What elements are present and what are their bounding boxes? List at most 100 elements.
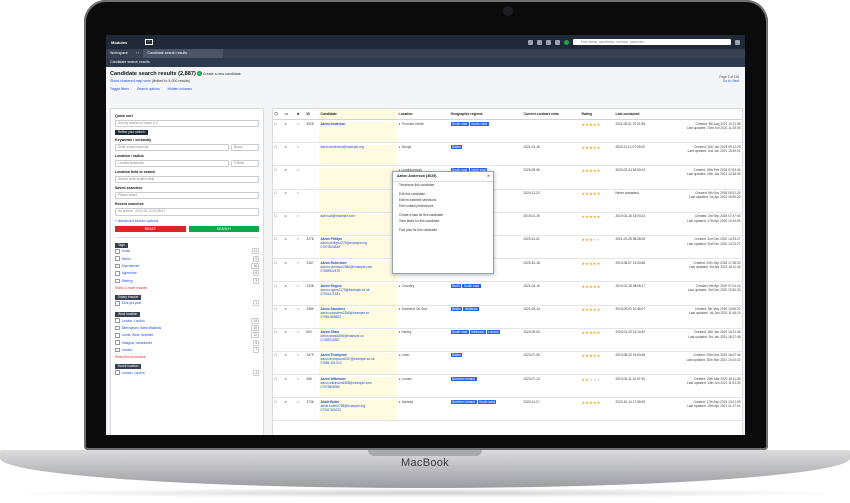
- col-regions[interactable]: Geographic regions: [449, 112, 522, 116]
- table-row[interactable]: ☐ •• ☆ 2736 Abbie Butler abbie.butler2758@exa…: [273, 398, 742, 422]
- table-row[interactable]: ☐ •• ☆ 2479 Aaron Thompson aaron.thompson2287…: [273, 352, 742, 376]
- table-row[interactable]: ☐ •• ☆ 602 Aaron Shaw aaron.shaw6496@example.…: [273, 329, 742, 352]
- facet-option[interactable]: Retiring 3: [115, 277, 259, 284]
- show-more-link[interactable]: Show 8 more choices: [115, 355, 259, 359]
- table-row[interactable]: ☐ •• ☆ 496 Aaron Wilkinson aaron.wilkinson638…: [273, 375, 742, 399]
- row-actions-icon[interactable]: ••: [283, 307, 295, 311]
- facet-option[interactable]: Apprentice 6: [115, 270, 259, 277]
- facet-option[interactable]: London 7: [115, 346, 259, 354]
- search-options-button[interactable]: Search options: [137, 87, 160, 91]
- row-checkbox[interactable]: ☐: [273, 400, 283, 404]
- candidate-phone-link[interactable]: 07979806980: [321, 385, 396, 389]
- facet-option[interactable]: Leeds, West Yorkshire 12: [115, 332, 259, 339]
- row-star-icon[interactable]: ☆: [295, 168, 305, 172]
- saved-searches-select[interactable]: Please select: [115, 191, 259, 200]
- candidate-phone-link[interactable]: 07483211887: [321, 338, 396, 342]
- row-star-icon[interactable]: ☆: [295, 145, 305, 149]
- row-star-icon[interactable]: ☆: [295, 377, 305, 381]
- col-rating[interactable]: Rating: [580, 112, 614, 116]
- modules-menu[interactable]: Modules: [111, 40, 127, 45]
- row-actions-icon[interactable]: ••: [283, 237, 295, 241]
- table-row[interactable]: ☐••☆aaron.ali@example.comBramley HillLon…: [273, 213, 742, 236]
- popup-menu-item[interactable]: Find jobs for this candidate: [393, 227, 493, 233]
- global-search-input[interactable]: Find clients, candidates, contacts, vaca…: [573, 39, 731, 45]
- refine-search-button[interactable]: Refine your search: [115, 130, 148, 136]
- keywords-input[interactable]: Enter some keywords: [115, 143, 229, 152]
- row-checkbox[interactable]: ☐: [273, 284, 283, 288]
- row-checkbox[interactable]: ☐: [273, 191, 283, 195]
- quick-sort-select[interactable]: Sort by results by Name A-Z: [115, 119, 259, 128]
- row-actions-icon[interactable]: ••: [283, 122, 295, 126]
- history-icon[interactable]: [546, 39, 551, 45]
- row-star-icon[interactable]: ☆: [295, 237, 305, 241]
- candidate-phone-link[interactable]: 07951471581: [321, 292, 396, 296]
- row-checkbox[interactable]: ☐: [273, 261, 283, 265]
- row-star-icon[interactable]: ☆: [295, 330, 305, 334]
- user-icon[interactable]: [735, 39, 740, 45]
- table-row[interactable]: ☐ •• ☆ 2385 Aaron Saunders aaron.saunders2386…: [273, 306, 742, 329]
- row-star-icon[interactable]: ☆: [295, 400, 305, 404]
- row-star-icon[interactable]: ☆: [295, 214, 305, 218]
- row-star-icon[interactable]: ☆: [295, 284, 305, 288]
- col-candidate[interactable]: Candidate: [319, 109, 397, 119]
- create-candidate-link[interactable]: Create a new candidate: [203, 72, 241, 76]
- hidden-columns-button[interactable]: Hidden columns: [168, 87, 192, 91]
- advanced-options-link[interactable]: + Advanced search options: [115, 219, 259, 223]
- candidate-phone-link[interactable]: 07886 115 010: [321, 361, 396, 365]
- col-contacted[interactable]: Last contacted: [614, 112, 656, 116]
- row-actions-icon[interactable]: ••: [283, 353, 295, 357]
- add-icon[interactable]: [564, 39, 569, 45]
- candidate-email-link[interactable]: aaron.ali@example.com: [321, 214, 396, 218]
- row-star-icon[interactable]: ☆: [295, 191, 305, 195]
- table-row[interactable]: ☐ •• ☆ 2167 Aaron Robertson aaron.robertson23…: [273, 259, 742, 283]
- mail-icon[interactable]: [537, 39, 542, 45]
- show-more-link[interactable]: Show 11 more choices: [115, 286, 259, 290]
- tab-workspace[interactable]: Workspace: [106, 49, 132, 58]
- facet-option[interactable]: London, London 4: [115, 369, 259, 376]
- select-all-checkbox[interactable]: ☐: [273, 112, 283, 116]
- facet-option[interactable]: Junior 11: [115, 248, 259, 255]
- row-checkbox[interactable]: ☐: [273, 377, 283, 381]
- candidate-phone-link[interactable]: 07872604848: [321, 245, 396, 249]
- row-actions-icon[interactable]: ••: [283, 214, 295, 218]
- row-actions-icon[interactable]: ••: [283, 191, 295, 195]
- row-actions-icon[interactable]: ••: [283, 377, 295, 381]
- facet-option[interactable]: Glasgow, Lanarkshire 9: [115, 339, 259, 346]
- table-row[interactable]: ☐••☆HatherageSouth eastNorth east2020-12…: [273, 190, 742, 213]
- candidate-email-link[interactable]: aaron.anderson@example.org: [321, 145, 396, 149]
- candidate-phone-link[interactable]: 07332 563033: [321, 408, 396, 412]
- keywords-mode-select[interactable]: Broad: [231, 143, 259, 152]
- tab-candidate-search[interactable]: Candidate search results: [143, 49, 224, 58]
- row-star-icon[interactable]: ☆: [295, 307, 305, 311]
- col-contract[interactable]: Current contract ends: [522, 112, 580, 116]
- row-checkbox[interactable]: ☐: [273, 330, 283, 334]
- col-id[interactable]: ID: [305, 112, 319, 116]
- toggle-filters-button[interactable]: Toggle filters: [110, 87, 129, 91]
- plus-icon[interactable]: +: [196, 71, 202, 76]
- row-checkbox[interactable]: ☐: [273, 145, 283, 149]
- row-star-icon[interactable]: ☆: [295, 122, 305, 126]
- table-row[interactable]: ☐••☆ aaron.anderson@example.orgSlough Wale…: [273, 143, 742, 167]
- facet-option[interactable]: London, London 24: [115, 317, 259, 324]
- row-actions-icon[interactable]: ••: [283, 284, 295, 288]
- reset-button[interactable]: RESET: [115, 225, 186, 232]
- bell-icon[interactable]: [528, 39, 533, 45]
- table-row[interactable]: ☐••☆3025 Aaron AndersonThornton Heath Sout…: [273, 120, 742, 144]
- facet-option[interactable]: Birmingham, West Midlands 15: [115, 324, 259, 331]
- facet-option[interactable]: £10k per year 1: [115, 300, 259, 307]
- recent-searches-select[interactable]: No criteria - 2021-06-14 09:35:37: [115, 207, 259, 216]
- search-button[interactable]: SEARCH: [188, 225, 259, 232]
- row-checkbox[interactable]: ☐: [273, 307, 283, 311]
- row-actions-icon[interactable]: ••: [283, 330, 295, 334]
- tab-nav-arrows[interactable]: ‹ ›: [132, 49, 143, 58]
- location-input[interactable]: Location/postcode: [115, 159, 229, 168]
- row-checkbox[interactable]: ☐: [273, 214, 283, 218]
- row-actions-icon[interactable]: ••: [283, 261, 295, 265]
- row-actions-icon[interactable]: ••: [283, 400, 295, 404]
- map-view-link[interactable]: Show clustered map view: [110, 79, 151, 83]
- row-actions-icon[interactable]: ••: [283, 145, 295, 149]
- radius-select[interactable]: 5 Miles: [231, 159, 259, 168]
- row-star-icon[interactable]: ☆: [295, 261, 305, 265]
- facet-option[interactable]: Senior 9: [115, 255, 259, 262]
- calendar-icon[interactable]: [555, 39, 560, 45]
